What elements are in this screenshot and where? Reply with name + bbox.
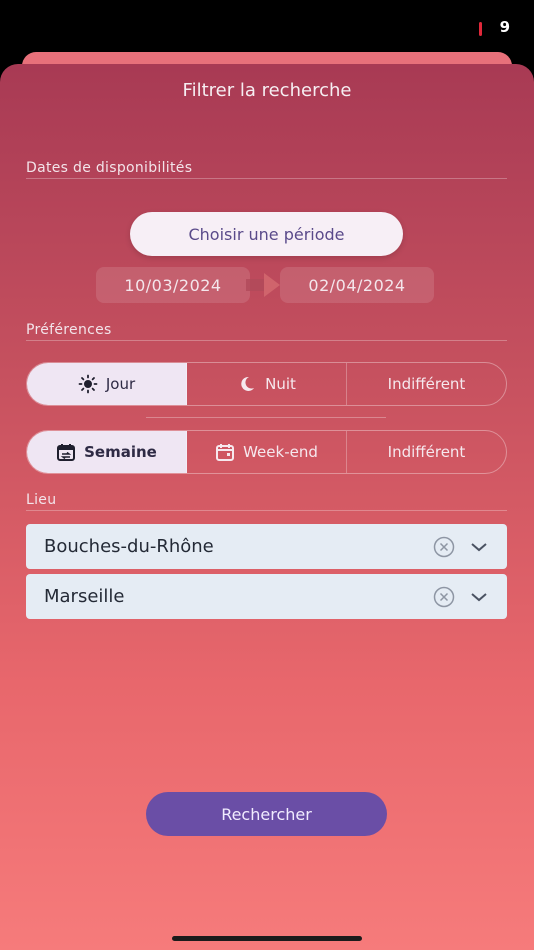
preferences-separator — [146, 417, 386, 418]
calendar-icon — [215, 442, 235, 462]
end-date-field[interactable]: 02/04/2024 — [280, 267, 434, 303]
dates-divider — [26, 178, 507, 179]
calendar-repeat-icon — [56, 442, 76, 462]
option-indifferent-week[interactable]: Indifférent — [347, 431, 506, 473]
clear-department-icon[interactable] — [433, 536, 455, 563]
chevron-down-icon[interactable] — [469, 587, 489, 612]
option-semaine[interactable]: Semaine — [27, 431, 187, 473]
option-indifferent-week-label: Indifférent — [387, 443, 466, 461]
location-section-label: Lieu — [26, 492, 57, 508]
option-jour[interactable]: Jour — [27, 363, 187, 405]
home-indicator — [172, 936, 362, 941]
option-jour-label: Jour — [105, 375, 136, 393]
clear-city-icon[interactable] — [433, 586, 455, 613]
moon-icon — [237, 374, 257, 394]
sheet-title: Filtrer la recherche — [182, 80, 352, 101]
option-nuit[interactable]: Nuit — [187, 363, 347, 405]
preferences-section-label: Préférences — [26, 322, 112, 338]
start-date-field[interactable]: 10/03/2024 — [96, 267, 250, 303]
option-nuit-label: Nuit — [265, 375, 296, 393]
option-week-end[interactable]: Week-end — [187, 431, 347, 473]
filter-sheet: Filtrer la recherche Dates de disponibil… — [0, 64, 534, 950]
time-of-day-toggle: Jour Nuit Indifférent — [26, 362, 507, 406]
dates-section-label: Dates de disponibilités — [26, 160, 193, 176]
battery-level: 9 — [499, 18, 510, 36]
preferences-divider — [26, 340, 507, 341]
battery-icon — [479, 22, 482, 36]
department-select[interactable]: Bouches-du-Rhône — [26, 524, 507, 569]
search-button[interactable]: Rechercher — [146, 792, 387, 836]
status-bar: 9 — [0, 0, 534, 56]
chevron-down-icon[interactable] — [469, 537, 489, 562]
arrow-right-icon — [246, 273, 280, 297]
option-indifferent-time[interactable]: Indifférent — [347, 363, 506, 405]
option-week-end-label: Week-end — [243, 443, 318, 461]
location-divider — [26, 510, 507, 511]
week-part-toggle: Semaine Week-end Indifférent — [26, 430, 507, 474]
city-select[interactable]: Marseille — [26, 574, 507, 619]
choose-period-button[interactable]: Choisir une période — [130, 212, 403, 256]
sun-icon — [78, 374, 98, 394]
option-semaine-label: Semaine — [84, 443, 157, 461]
department-value: Bouches-du-Rhône — [44, 536, 214, 557]
city-value: Marseille — [44, 586, 125, 607]
option-indifferent-time-label: Indifférent — [387, 375, 466, 393]
